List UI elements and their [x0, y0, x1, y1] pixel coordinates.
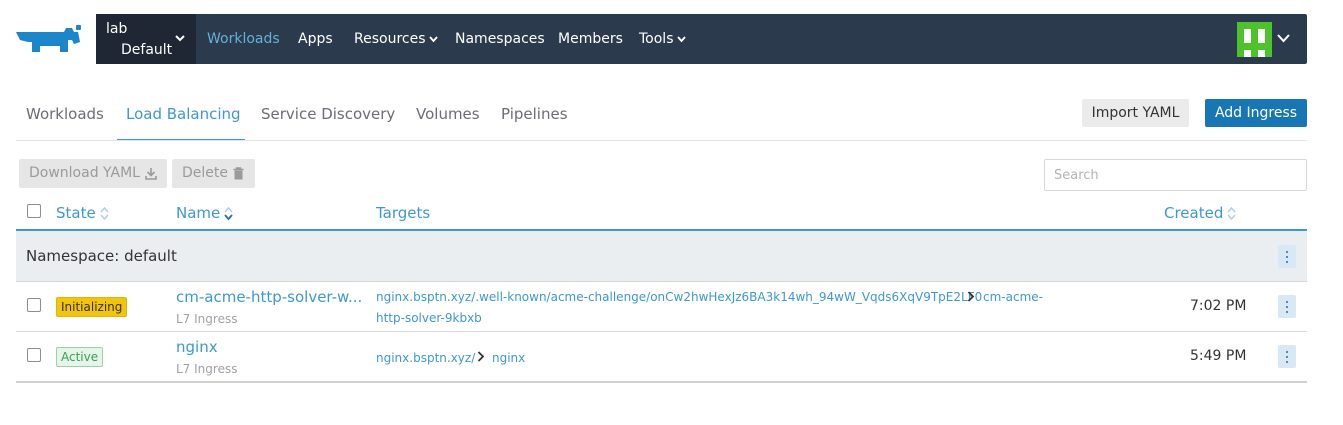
download-icon [145, 167, 157, 180]
row-actions-menu-icon[interactable] [1278, 295, 1296, 318]
row-checkbox[interactable] [27, 298, 41, 312]
column-header-targets: Targets [376, 204, 431, 222]
column-header-state[interactable]: State [56, 204, 109, 222]
row-checkbox[interactable] [27, 348, 41, 362]
target-service-link-continued[interactable]: http-solver-9kbxb [376, 311, 482, 325]
chevron-down-icon [175, 35, 185, 42]
ingress-type: L7 Ingress [176, 312, 238, 326]
target-service-link[interactable]: cm-acme- [983, 290, 1043, 304]
chevron-right-icon [477, 351, 485, 362]
nav-apps[interactable]: Apps [298, 31, 333, 47]
tab-load-balancing[interactable]: Load Balancing [126, 105, 241, 123]
ingress-name-link[interactable]: nginx [176, 338, 218, 356]
nav-namespaces[interactable]: Namespaces [455, 31, 545, 47]
cluster-project-switcher[interactable]: lab Default [96, 14, 196, 64]
created-time: 7:02 PM [1190, 298, 1247, 314]
column-header-created[interactable]: Created [1164, 204, 1236, 222]
nav-members[interactable]: Members [558, 31, 623, 47]
import-yaml-button[interactable]: Import YAML [1082, 99, 1189, 127]
chevron-right-icon [967, 291, 975, 302]
row-actions-menu-icon[interactable] [1278, 345, 1296, 368]
row-divider [16, 331, 1307, 332]
delete-button[interactable]: Delete [172, 159, 255, 188]
nav-workloads[interactable]: Workloads [207, 31, 280, 47]
ingress-type: L7 Ingress [176, 362, 238, 376]
created-time: 5:49 PM [1190, 348, 1247, 364]
search-input[interactable] [1044, 159, 1307, 191]
column-header-name[interactable]: Name [176, 204, 233, 222]
rancher-logo[interactable] [14, 22, 84, 58]
tab-volumes[interactable]: Volumes [416, 105, 480, 123]
namespace-group-row: Namespace: default [16, 231, 1307, 282]
nav-tools[interactable]: Tools [639, 31, 686, 47]
chevron-down-icon [676, 35, 686, 42]
sort-icon [1227, 206, 1236, 221]
top-navbar: lab Default Workloads Apps Resources Nam… [96, 14, 1307, 64]
select-all-checkbox[interactable] [27, 204, 41, 218]
tab-service-discovery[interactable]: Service Discovery [261, 105, 395, 123]
user-avatar[interactable] [1237, 22, 1272, 57]
target-path-link[interactable]: nginx.bsptn.xyz/.well-known/acme-challen… [376, 290, 982, 304]
tabs-divider [16, 140, 1307, 141]
project-name: Default [121, 42, 173, 58]
sort-icon [224, 206, 233, 221]
add-ingress-button[interactable]: Add Ingress [1205, 99, 1307, 127]
status-badge: Active [56, 347, 104, 367]
status-badge: Initializing [56, 297, 128, 317]
download-yaml-button[interactable]: Download YAML [19, 159, 167, 188]
target-service-link[interactable]: nginx [492, 351, 525, 365]
namespace-group-label: Namespace: default [26, 247, 177, 265]
table-bottom-border [16, 381, 1307, 383]
cluster-name: lab [106, 21, 128, 37]
tab-workloads[interactable]: Workloads [26, 105, 104, 123]
trash-icon [233, 166, 244, 179]
nav-resources[interactable]: Resources [354, 31, 438, 47]
chevron-down-icon [428, 35, 438, 42]
chevron-down-icon[interactable] [1277, 33, 1290, 43]
sort-icon [100, 206, 109, 221]
group-actions-menu-icon[interactable] [1278, 245, 1296, 268]
tab-pipelines[interactable]: Pipelines [501, 105, 568, 123]
ingress-name-link[interactable]: cm-acme-http-solver-w... [176, 288, 362, 306]
target-path-link[interactable]: nginx.bsptn.xyz/ [376, 351, 475, 365]
